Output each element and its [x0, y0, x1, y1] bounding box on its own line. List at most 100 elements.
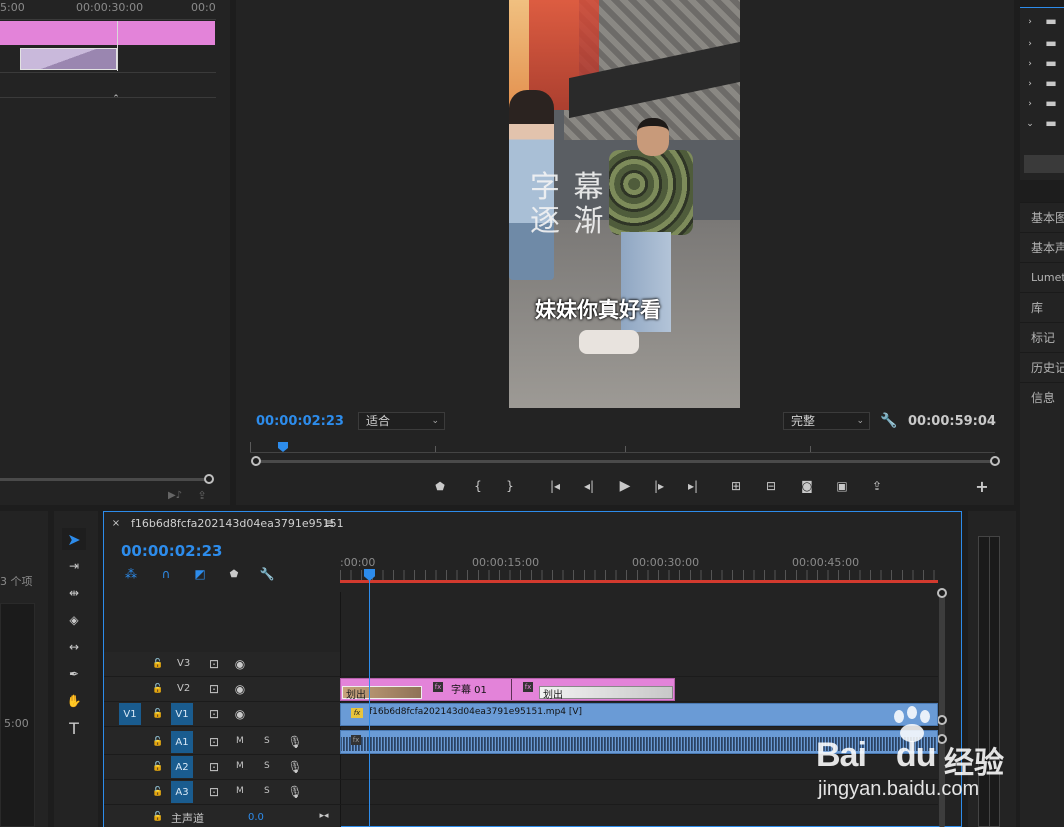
folder-icon[interactable]: ▬: [1042, 14, 1060, 28]
v2-title-clip[interactable]: 划出 fx 字幕 01 fx 划出: [340, 678, 675, 701]
chevron-right-icon[interactable]: ›: [1024, 78, 1036, 90]
mute-button[interactable]: M: [236, 786, 244, 796]
timeline-ruler[interactable]: [340, 570, 938, 580]
program-ruler[interactable]: [250, 442, 995, 453]
lift-icon[interactable]: ⊞: [726, 478, 746, 494]
step-forward-icon[interactable]: |▸: [650, 478, 668, 494]
camera-icon[interactable]: ◙: [798, 478, 816, 494]
panel-info[interactable]: 信息: [1020, 382, 1064, 412]
v2-transition-in[interactable]: 划出: [342, 686, 422, 701]
selected-row[interactable]: [1024, 155, 1064, 173]
type-tool-icon[interactable]: T: [62, 717, 86, 739]
chevron-right-icon[interactable]: ›: [1024, 16, 1036, 28]
program-scroll-start[interactable]: [251, 456, 261, 466]
track-v1-label[interactable]: V1: [171, 703, 193, 725]
microphone-icon[interactable]: 🎙: [287, 759, 302, 775]
mark-in-icon[interactable]: {: [470, 478, 486, 494]
microphone-icon[interactable]: 🎙: [287, 784, 302, 800]
add-button-icon[interactable]: +: [974, 477, 990, 496]
track-a1-label[interactable]: A1: [171, 731, 193, 753]
sequence-tab-name[interactable]: f16b6d8fcfa202143d04ea3791e95151: [131, 517, 344, 530]
export-frame-icon[interactable]: ⇪: [868, 478, 886, 494]
v2-transition-out[interactable]: 划出: [539, 686, 673, 701]
go-to-end-icon[interactable]: ▸◂: [316, 809, 332, 823]
folder-icon[interactable]: ▬: [1042, 96, 1060, 110]
go-to-out-icon[interactable]: ▸|: [684, 478, 702, 494]
play-icon[interactable]: ▶: [616, 477, 634, 495]
mute-button[interactable]: M: [236, 736, 244, 746]
eye-icon[interactable]: ◉: [232, 707, 248, 721]
magnet-icon[interactable]: ∩: [157, 566, 175, 582]
track-select-tool-icon[interactable]: ⇥: [62, 555, 86, 577]
marker-icon[interactable]: ⬟: [432, 478, 448, 494]
hand-tool-icon[interactable]: ✋: [62, 690, 86, 712]
panel-history[interactable]: 历史记: [1020, 352, 1064, 382]
settings-wrench-icon[interactable]: 🔧: [259, 566, 275, 582]
extract-icon[interactable]: ⊟: [761, 478, 781, 494]
comparison-view-icon[interactable]: ▣: [832, 478, 852, 494]
sync-lock-icon[interactable]: ⊡: [206, 735, 222, 749]
selection-tool-icon[interactable]: ➤: [62, 528, 86, 550]
sync-lock-icon[interactable]: ⊡: [206, 760, 222, 774]
sync-lock-icon[interactable]: ⊡: [206, 657, 222, 671]
sync-lock-icon[interactable]: ⊡: [206, 785, 222, 799]
add-marker-icon[interactable]: ⬟: [226, 566, 242, 582]
source-clip-pink[interactable]: [0, 21, 215, 45]
mute-button[interactable]: M: [236, 761, 244, 771]
export-icon[interactable]: ⇪: [194, 488, 210, 502]
solo-button[interactable]: S: [264, 736, 270, 746]
zoom-dropdown[interactable]: 适合 ⌄: [358, 412, 445, 430]
close-icon[interactable]: ×: [110, 516, 122, 530]
menu-icon[interactable]: ≡: [322, 516, 336, 530]
chevron-right-icon[interactable]: ›: [1024, 38, 1036, 50]
work-area-bar[interactable]: [340, 580, 938, 583]
panel-libraries[interactable]: 库: [1020, 292, 1064, 322]
insert-icon[interactable]: ▶♪: [166, 488, 184, 502]
eye-icon[interactable]: ◉: [232, 682, 248, 696]
lock-icon[interactable]: 🔓: [152, 785, 164, 799]
razor-tool-icon[interactable]: ◈: [62, 609, 86, 631]
panel-lumetri[interactable]: Lumet: [1020, 262, 1064, 292]
slip-tool-icon[interactable]: ↔: [62, 636, 86, 658]
eye-icon[interactable]: ◉: [232, 657, 248, 671]
solo-button[interactable]: S: [264, 761, 270, 771]
sync-lock-icon[interactable]: ⊡: [206, 707, 222, 721]
folder-icon[interactable]: ▬: [1042, 56, 1060, 70]
sync-lock-icon[interactable]: ⊡: [206, 682, 222, 696]
panel-basic-graphics[interactable]: 基本图: [1020, 202, 1064, 232]
source-clip-transition[interactable]: [20, 48, 117, 70]
program-scroll-end[interactable]: [990, 456, 1000, 466]
lock-icon[interactable]: 🔓: [152, 707, 164, 721]
lock-icon[interactable]: 🔓: [152, 682, 164, 696]
program-current-time[interactable]: 00:00:02:23: [256, 414, 344, 429]
lock-icon[interactable]: 🔓: [152, 735, 164, 749]
folder-icon[interactable]: ▬: [1042, 36, 1060, 50]
microphone-icon[interactable]: 🎙: [287, 734, 302, 750]
folder-icon[interactable]: ▬: [1042, 76, 1060, 90]
go-to-in-icon[interactable]: |◂: [546, 478, 564, 494]
source-scrollbar[interactable]: [0, 478, 210, 481]
chevron-up-icon[interactable]: ⌃: [110, 94, 122, 104]
track-v3-label[interactable]: V3: [177, 658, 190, 669]
quality-dropdown[interactable]: 完整 ⌄: [783, 412, 870, 430]
lock-icon[interactable]: 🔓: [152, 657, 164, 671]
folder-icon[interactable]: ▬: [1042, 116, 1060, 130]
source-scroll-handle[interactable]: [204, 474, 214, 484]
wrench-icon[interactable]: 🔧: [880, 412, 898, 430]
snap-icon[interactable]: ⁂: [122, 566, 140, 582]
mark-out-icon[interactable]: }: [502, 478, 518, 494]
track-a3-label[interactable]: A3: [171, 781, 193, 803]
ripple-edit-tool-icon[interactable]: ⇹: [62, 582, 86, 604]
timeline-current-time[interactable]: 00:00:02:23: [121, 542, 223, 560]
lock-icon[interactable]: 🔓: [152, 760, 164, 774]
step-back-icon[interactable]: ◂|: [580, 478, 598, 494]
chevron-right-icon[interactable]: ›: [1024, 98, 1036, 110]
chevron-down-icon[interactable]: ⌄: [1024, 118, 1036, 130]
track-v2-label[interactable]: V2: [177, 683, 190, 694]
linked-selection-icon[interactable]: ◩: [191, 566, 209, 582]
track-a2-label[interactable]: A2: [171, 756, 193, 778]
chevron-right-icon[interactable]: ›: [1024, 58, 1036, 70]
vscroll-handle-top[interactable]: [937, 588, 947, 598]
master-volume-value[interactable]: 0.0: [248, 812, 264, 823]
lock-icon[interactable]: 🔓: [152, 810, 164, 824]
